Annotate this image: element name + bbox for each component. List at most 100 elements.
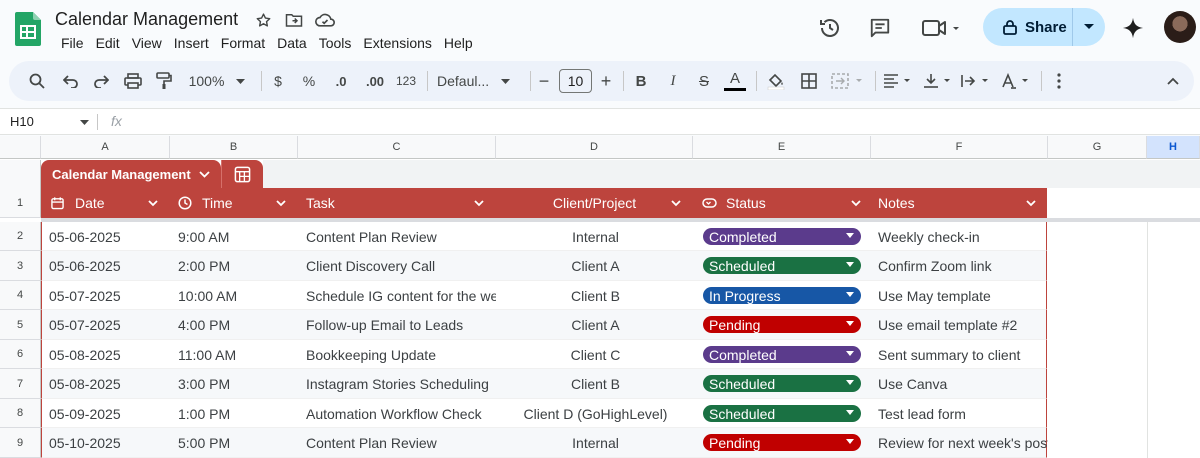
font-size-input[interactable]: 10	[559, 69, 592, 93]
version-history-icon[interactable]	[816, 14, 844, 42]
text-rotation-icon[interactable]	[999, 61, 1033, 101]
cell-client[interactable]: Internal	[497, 222, 694, 251]
cell-date[interactable]: 05-08-2025	[49, 369, 169, 399]
increase-decimal-button[interactable]: .00	[361, 61, 389, 101]
cell-task[interactable]: Follow-up Email to Leads	[306, 310, 496, 340]
status-dropdown-chip[interactable]: Pending	[703, 434, 861, 451]
horizontal-align-icon[interactable]	[881, 61, 915, 101]
collapse-toolbar-icon[interactable]	[1161, 61, 1185, 101]
cell-date[interactable]: 05-07-2025	[49, 281, 169, 310]
cell-task[interactable]: Content Plan Review	[306, 428, 496, 458]
table-view-icon[interactable]	[221, 160, 263, 188]
menu-insert[interactable]: Insert	[168, 34, 215, 52]
format-percent-button[interactable]: %	[299, 61, 319, 101]
cell-notes[interactable]: Review for next week's posts	[878, 428, 1048, 458]
table-name-tab[interactable]: Calendar Management	[41, 160, 221, 188]
cell-client[interactable]: Client A	[497, 251, 694, 281]
merge-cells-icon[interactable]	[829, 61, 869, 101]
meet-video-icon[interactable]	[918, 14, 964, 42]
header-client[interactable]: Client/Project	[496, 188, 693, 218]
cell-date[interactable]: 05-07-2025	[49, 310, 169, 340]
row-header-3[interactable]: 3	[0, 251, 41, 281]
decrease-decimal-button[interactable]: .0	[329, 61, 353, 101]
row-header-4[interactable]: 4	[0, 281, 41, 310]
text-color-button[interactable]: A	[723, 61, 747, 101]
sheets-logo-icon[interactable]	[15, 12, 41, 46]
cell-date[interactable]: 05-06-2025	[49, 251, 169, 281]
menu-help[interactable]: Help	[438, 34, 479, 52]
decrease-font-size-button[interactable]: −	[535, 61, 553, 101]
header-date[interactable]: Date	[51, 188, 105, 218]
star-icon[interactable]	[253, 10, 273, 30]
cell-time[interactable]: 2:00 PM	[178, 251, 302, 281]
cell-date[interactable]: 05-10-2025	[49, 428, 169, 458]
header-time[interactable]: Time	[178, 188, 233, 218]
avatar[interactable]	[1164, 11, 1196, 43]
cell-client[interactable]: Client D (GoHighLevel)	[497, 399, 694, 428]
cell-time[interactable]: 1:00 PM	[178, 399, 302, 428]
chevron-down-icon[interactable]	[275, 197, 287, 209]
borders-icon[interactable]	[797, 61, 821, 101]
header-notes[interactable]: Notes	[878, 188, 915, 218]
cell-notes[interactable]: Use Canva	[878, 369, 1048, 399]
cell-task[interactable]: Instagram Stories Scheduling	[306, 369, 496, 399]
cell-date[interactable]: 05-09-2025	[49, 399, 169, 428]
move-folder-icon[interactable]	[284, 10, 304, 30]
cell-task[interactable]: Schedule IG content for the week	[306, 281, 496, 310]
cell-task[interactable]: Automation Workflow Check	[306, 399, 496, 428]
cell-client[interactable]: Client A	[497, 310, 694, 340]
share-dropdown[interactable]	[1073, 8, 1105, 46]
more-options-icon[interactable]	[1049, 61, 1069, 101]
cell-task[interactable]: Client Discovery Call	[306, 251, 496, 281]
italic-button[interactable]: I	[663, 61, 683, 101]
row-header-8[interactable]: 8	[0, 399, 41, 428]
column-header-c[interactable]: C	[298, 136, 496, 159]
menu-view[interactable]: View	[126, 34, 168, 52]
status-dropdown-chip[interactable]: In Progress	[703, 287, 861, 304]
header-status[interactable]: Status	[702, 188, 766, 218]
status-dropdown-chip[interactable]: Scheduled	[703, 257, 861, 274]
format-currency-button[interactable]: $	[268, 61, 288, 101]
document-title[interactable]: Calendar Management	[55, 9, 238, 30]
fill-color-icon[interactable]	[764, 61, 788, 101]
name-box[interactable]: H10	[0, 109, 97, 135]
menu-extensions[interactable]: Extensions	[357, 34, 437, 52]
column-header-f[interactable]: F	[871, 136, 1048, 159]
cell-client[interactable]: Client C	[497, 340, 694, 369]
text-wrapping-icon[interactable]	[959, 61, 993, 101]
menu-tools[interactable]: Tools	[313, 34, 358, 52]
vertical-align-icon[interactable]	[921, 61, 955, 101]
cloud-saved-icon[interactable]	[315, 10, 335, 30]
column-header-d[interactable]: D	[496, 136, 693, 159]
paint-format-icon[interactable]	[152, 61, 176, 101]
gemini-sparkle-icon[interactable]	[1119, 14, 1147, 42]
print-icon[interactable]	[121, 61, 145, 101]
chevron-down-icon[interactable]	[850, 197, 862, 209]
cell-notes[interactable]: Confirm Zoom link	[878, 251, 1048, 281]
row-header-1[interactable]: 1	[0, 188, 41, 218]
cell-date[interactable]: 05-06-2025	[49, 222, 169, 251]
cell-client[interactable]: Client B	[497, 369, 694, 399]
menu-data[interactable]: Data	[271, 34, 313, 52]
share-button[interactable]: Share	[983, 8, 1105, 46]
cell-task[interactable]: Content Plan Review	[306, 222, 496, 251]
row-header-6[interactable]: 6	[0, 340, 41, 369]
menu-edit[interactable]: Edit	[90, 34, 126, 52]
select-all-corner[interactable]	[0, 136, 41, 159]
header-task[interactable]: Task	[306, 188, 335, 218]
more-formats-button[interactable]: 123	[393, 61, 419, 101]
comments-icon[interactable]	[866, 14, 894, 42]
column-header-b[interactable]: B	[170, 136, 298, 159]
bold-button[interactable]: B	[631, 61, 651, 101]
menu-file[interactable]: File	[55, 34, 90, 52]
cell-time[interactable]: 5:00 PM	[178, 428, 302, 458]
chevron-down-icon[interactable]	[147, 197, 159, 209]
zoom-select[interactable]: 100%	[185, 61, 249, 101]
cell-notes[interactable]: Test lead form	[878, 399, 1048, 428]
status-dropdown-chip[interactable]: Scheduled	[703, 405, 861, 422]
cell-task[interactable]: Bookkeeping Update	[306, 340, 496, 369]
undo-icon[interactable]	[59, 61, 83, 101]
status-dropdown-chip[interactable]: Completed	[703, 346, 861, 363]
cell-time[interactable]: 4:00 PM	[178, 310, 302, 340]
column-header-h[interactable]: H	[1147, 136, 1200, 159]
